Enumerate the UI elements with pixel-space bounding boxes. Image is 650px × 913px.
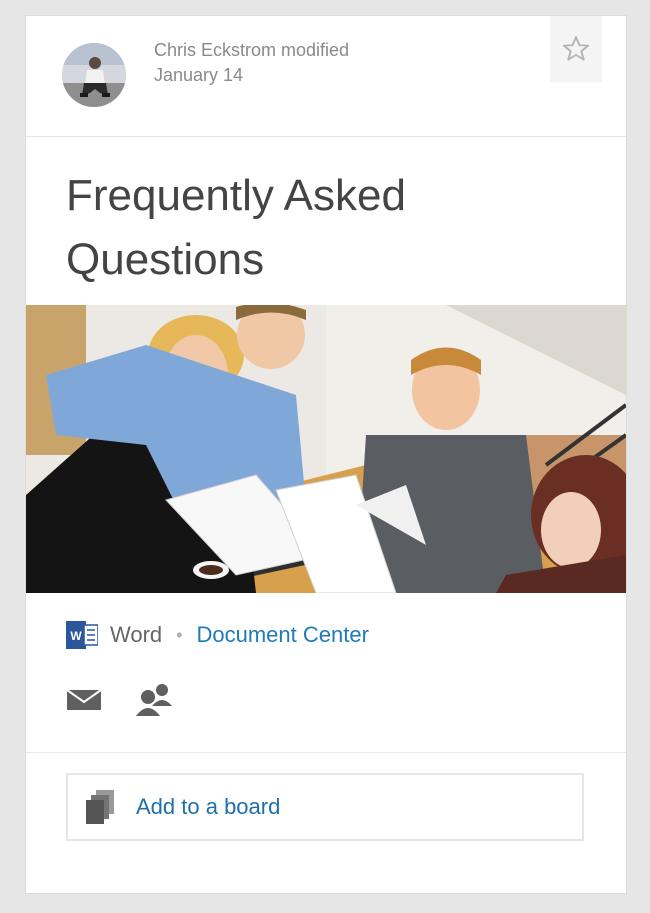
author-name[interactable]: Chris Eckstrom [154,40,276,60]
document-type-label: Word [110,622,163,647]
boards-icon [86,790,114,824]
add-to-board-label: Add to a board [136,794,281,819]
avatar[interactable] [62,43,126,107]
separator-dot: • [176,624,183,645]
svg-text:W: W [70,629,82,643]
favorite-button[interactable] [550,16,602,82]
activity-date: January 14 [154,65,244,85]
share-with-people-button[interactable] [132,682,176,723]
star-outline-icon [562,36,590,61]
add-to-board-button[interactable]: Add to a board [66,773,584,841]
activity-meta: Chris Eckstrom modified January 14 [154,38,349,88]
document-preview-image[interactable] [26,305,626,593]
footer-divider [26,752,626,753]
document-source: W Word • Document Center [66,620,369,650]
document-center-link[interactable]: Document Center [196,622,368,648]
document-title[interactable]: Frequently Asked Questions [66,164,586,292]
activity-line: Chris Eckstrom modified [154,38,349,63]
card-actions [66,682,176,723]
document-card[interactable]: Chris Eckstrom modified January 14 Frequ… [26,16,626,893]
mail-icon [66,689,102,710]
people-icon [136,684,172,716]
send-by-email-button[interactable] [66,688,102,717]
card-header: Chris Eckstrom modified January 14 [26,16,626,137]
word-icon: W [66,621,98,649]
activity-action: modified [281,40,350,60]
